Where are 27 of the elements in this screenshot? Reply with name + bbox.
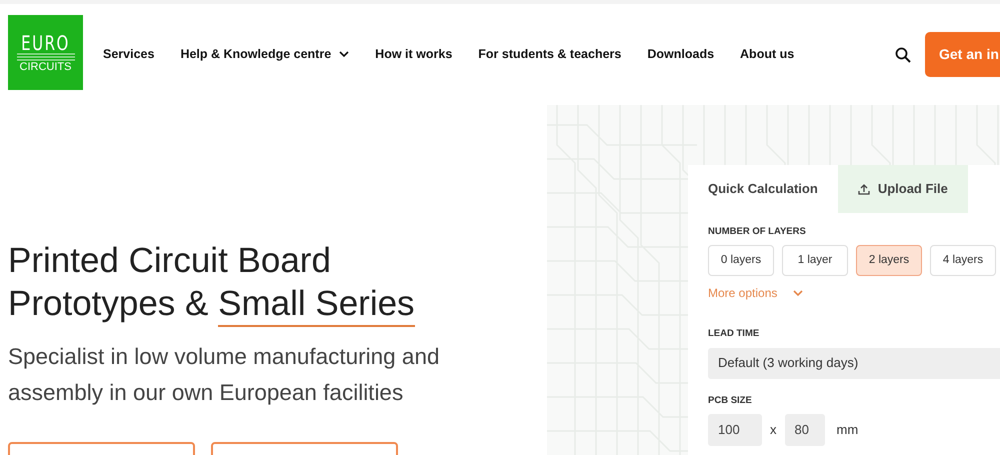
nav-link[interactable]: For students & teachers (478, 45, 622, 64)
nav-link[interactable]: How it works (375, 45, 452, 64)
layer-option[interactable]: 0 layers (708, 245, 774, 276)
layer-option[interactable]: 2 layers (856, 245, 922, 276)
lead-time-select[interactable]: Default (3 working days) (708, 348, 1000, 378)
tab[interactable]: Upload File (838, 165, 968, 213)
field-label: NUMBER OF LAYERS (708, 225, 807, 239)
logo-text: CIRCUITS (20, 62, 72, 72)
logo-text: EURO (21, 32, 70, 52)
times-label: x (770, 421, 776, 439)
unit-label: mm (836, 421, 858, 439)
search-icon[interactable] (895, 46, 911, 62)
chevron-down-icon (793, 290, 804, 297)
nav-link[interactable]: Help & Knowledge centre (180, 45, 350, 64)
layer-option[interactable]: 4 layers (930, 245, 996, 276)
height-field[interactable]: 80 (784, 414, 824, 446)
hero-title: Printed Circuit Board Prototypes & Small Series (8, 239, 539, 325)
layer-option[interactable]: 1 layer (782, 245, 848, 276)
nav-link[interactable]: Downloads (647, 45, 714, 64)
nav-link[interactable]: About us (740, 45, 794, 64)
field-label: PCB SIZE (708, 394, 753, 408)
nav-link[interactable]: Services (103, 45, 154, 64)
upload-icon (858, 184, 870, 194)
width-field[interactable]: 100 (708, 414, 762, 446)
hero-subtitle: Specialist in low volume manufacturing and assembly in our own European facilities (8, 343, 440, 407)
logo-lines-icon (16, 52, 74, 62)
field-label: LEAD TIME (708, 327, 760, 342)
